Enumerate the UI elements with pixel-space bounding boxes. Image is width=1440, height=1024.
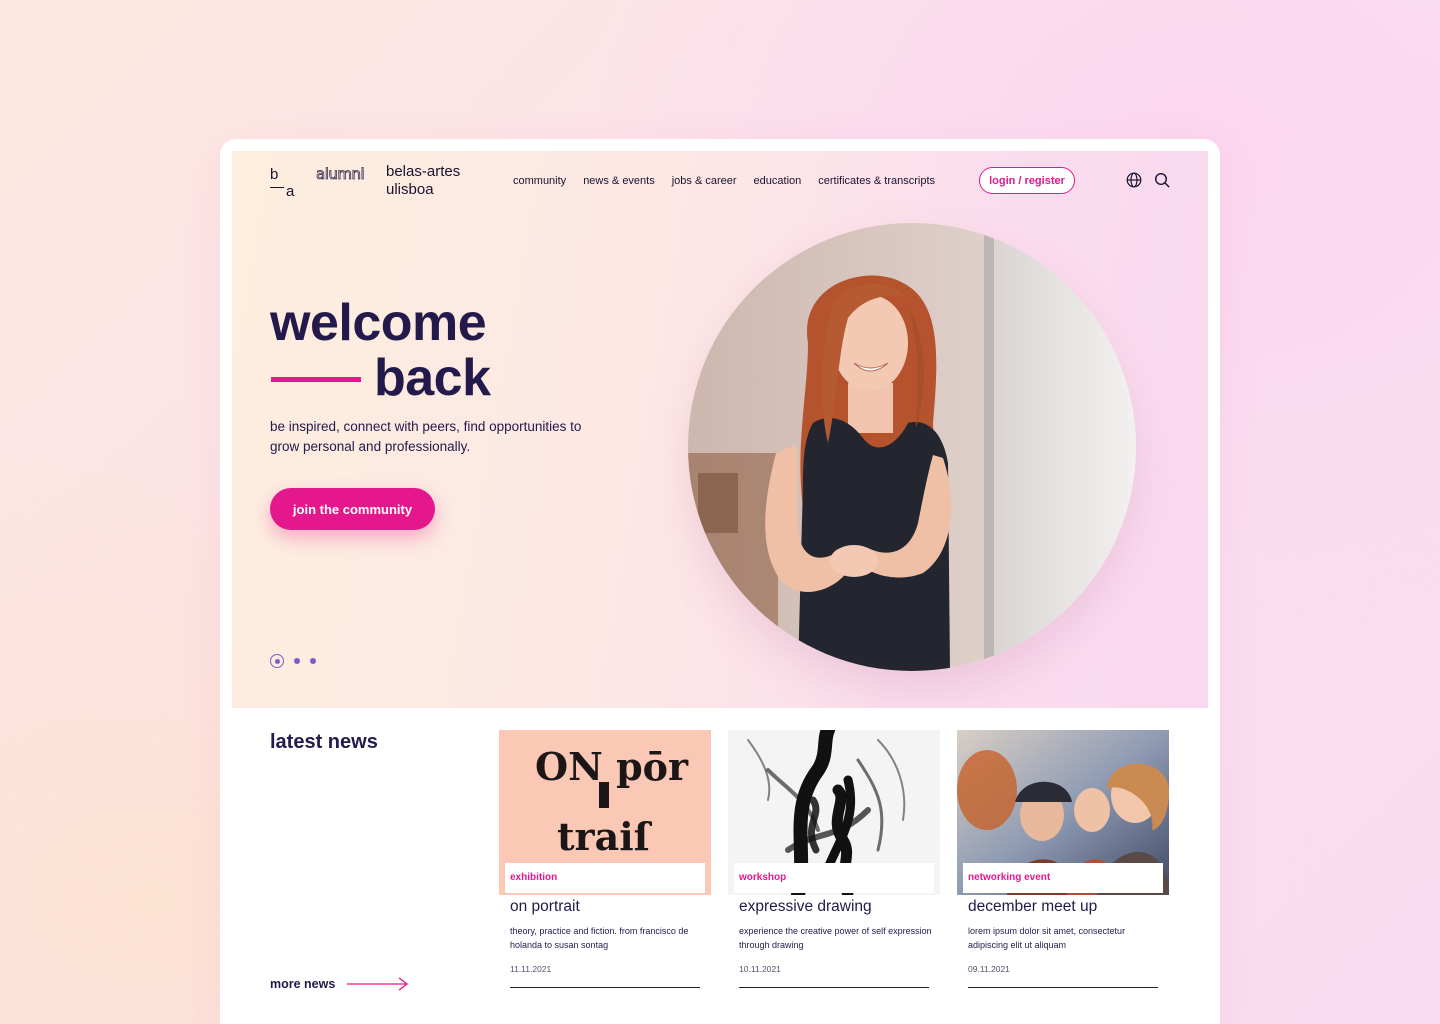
hero-photo-illustration xyxy=(688,223,1136,671)
news-card-description: lorem ipsum dolor sit amet, consectetur … xyxy=(968,926,1126,950)
news-card-title[interactable]: on portrait xyxy=(510,898,580,916)
nav-item-community[interactable]: community xyxy=(513,175,566,187)
arrow-right-icon xyxy=(347,977,409,991)
news-card-title[interactable]: expressive drawing xyxy=(739,898,872,916)
news-card-divider xyxy=(968,987,1158,988)
news-card-date: 11.11.2021 xyxy=(510,964,552,974)
hero-title-line-1: welcome xyxy=(270,294,487,352)
search-icon[interactable] xyxy=(1154,172,1170,188)
browser-frame: b a alumni belas-artes ulisboa community… xyxy=(220,139,1220,1024)
news-card-tag-box: networking event xyxy=(963,863,1163,893)
hero-title-line-2: back xyxy=(374,349,491,407)
logo-letter-a: a xyxy=(286,183,295,200)
site-logo[interactable]: b a xyxy=(270,166,300,200)
globe-icon[interactable] xyxy=(1126,172,1142,188)
logo-letter-b: b xyxy=(270,166,279,183)
nav-item-education[interactable]: education xyxy=(754,175,802,187)
poster-text-line-2: traiſ xyxy=(557,814,653,859)
nav-item-certificates[interactable]: certificates & transcripts xyxy=(818,175,935,187)
news-card-tag[interactable]: networking event xyxy=(968,872,1050,883)
hero-section: b a alumni belas-artes ulisboa community… xyxy=(232,151,1208,708)
news-card-tag[interactable]: exhibition xyxy=(510,872,557,883)
news-card-description: experience the creative power of self ex… xyxy=(739,926,932,950)
news-card-tag-box: exhibition xyxy=(505,863,705,893)
carousel-dot-3[interactable] xyxy=(310,658,316,664)
hero-accent-line xyxy=(271,377,361,382)
news-card-description: theory, practice and fiction. from franc… xyxy=(510,926,689,950)
news-card-tag[interactable]: workshop xyxy=(739,872,786,883)
hero-photo xyxy=(688,223,1136,671)
alumni-wordmark: alumni xyxy=(316,165,365,184)
login-register-button[interactable]: login / register xyxy=(979,167,1075,194)
brand-name[interactable]: belas-artes ulisboa xyxy=(386,163,460,199)
news-card-tag-box: workshop xyxy=(734,863,934,893)
news-card-exhibition[interactable]: ON pōr traiſ exhibition on portrait theo… xyxy=(499,730,711,990)
hero-subtitle: be inspired, connect with peers, find op… xyxy=(270,419,582,454)
news-card-workshop[interactable]: workshop expressive drawing experience t… xyxy=(728,730,940,990)
logo-rule xyxy=(270,187,284,188)
carousel-dot-2[interactable] xyxy=(294,658,300,664)
brand-line-1: belas-artes xyxy=(386,163,461,180)
poster-text-line-1: ON pōr xyxy=(535,744,689,789)
news-card-title[interactable]: december meet up xyxy=(968,898,1097,916)
news-card-divider xyxy=(739,987,929,988)
join-community-button[interactable]: join the community xyxy=(270,488,435,530)
news-card-networking[interactable]: networking event december meet up lorem … xyxy=(957,730,1169,990)
more-news-label: more news xyxy=(270,977,336,991)
nav-item-jobs-career[interactable]: jobs & career xyxy=(672,175,737,187)
brand-line-2: ulisboa xyxy=(386,181,434,198)
news-card-date: 10.11.2021 xyxy=(739,964,781,974)
news-card-date: 09.11.2021 xyxy=(968,964,1010,974)
nav-item-news-events[interactable]: news & events xyxy=(583,175,655,187)
more-news-link[interactable]: more news xyxy=(270,977,409,991)
carousel-dots xyxy=(270,654,316,668)
latest-news-heading: latest news xyxy=(270,731,378,753)
carousel-dot-1[interactable] xyxy=(270,654,284,668)
news-card-divider xyxy=(510,987,700,988)
main-nav: community news & events jobs & career ed… xyxy=(513,175,935,187)
